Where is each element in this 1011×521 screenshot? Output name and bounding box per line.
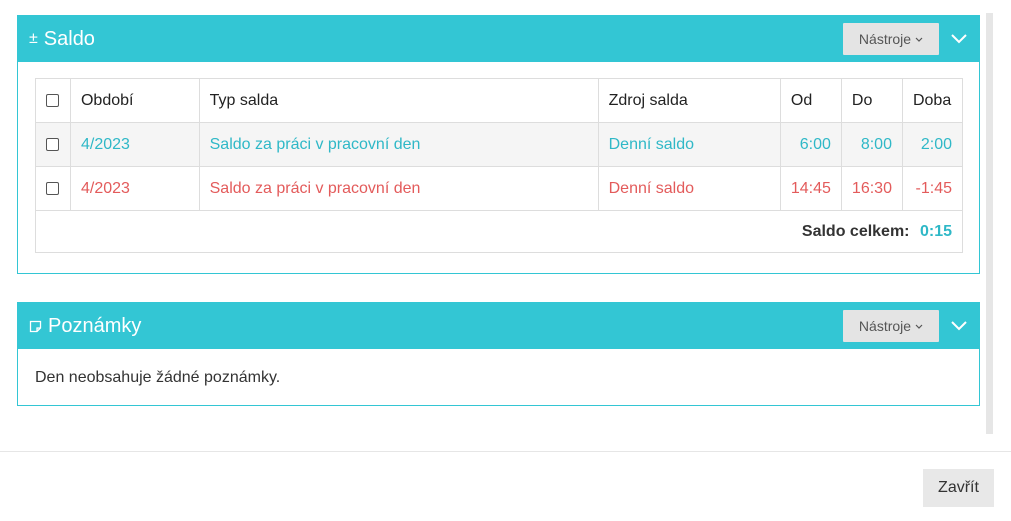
cell-to: 8:00 [840, 122, 903, 167]
column-type[interactable]: Typ salda [198, 78, 599, 123]
saldo-tools-label: Nástroje [858, 31, 912, 47]
cell-source: Denní saldo [597, 122, 781, 167]
saldo-collapse-button[interactable] [949, 28, 969, 48]
column-to[interactable]: Do [840, 78, 903, 123]
cell-type: Saldo za práci v pracovní den [198, 122, 599, 167]
saldo-panel: ± Saldo Nástroje Období Typ salda Zdroj [17, 15, 980, 274]
cell-from: 6:00 [779, 122, 842, 167]
scrollbar[interactable] [986, 13, 993, 434]
row-select-cell [35, 166, 71, 211]
cell-period: 4/2023 [69, 122, 200, 167]
note-icon [29, 320, 42, 333]
cell-source: Denní saldo [597, 166, 781, 211]
column-source[interactable]: Zdroj salda [597, 78, 781, 123]
notes-empty-text: Den neobsahuje žádné poznámky. [35, 369, 281, 386]
saldo-panel-title: ± Saldo [29, 28, 95, 51]
table-row[interactable]: 4/2023 Saldo za práci v pracovní den Den… [35, 166, 964, 211]
chevron-down-icon [915, 35, 923, 45]
chevron-down-icon [949, 34, 969, 52]
cell-duration: -1:45 [901, 166, 964, 211]
column-duration[interactable]: Doba [901, 78, 964, 123]
cell-to: 16:30 [840, 166, 903, 211]
notes-panel: Poznámky Nástroje Den neobsahuje žádné p… [17, 302, 980, 406]
cell-type: Saldo za práci v pracovní den [198, 166, 599, 211]
saldo-panel-header: ± Saldo Nástroje [18, 16, 979, 62]
cell-period: 4/2023 [69, 166, 200, 211]
saldo-title-text: Saldo [43, 27, 95, 50]
notes-tools-button[interactable]: Nástroje [843, 310, 939, 342]
table-row[interactable]: 4/2023 Saldo za práci v pracovní den Den… [35, 122, 964, 167]
chevron-down-icon [915, 322, 923, 332]
notes-panel-title: Poznámky [29, 315, 141, 338]
saldo-table: Období Typ salda Zdroj salda Od Do Doba … [35, 78, 964, 253]
notes-collapse-button[interactable] [949, 315, 969, 335]
close-button[interactable]: Zavřít [923, 469, 994, 507]
cell-from: 14:45 [779, 166, 842, 211]
column-period[interactable]: Období [69, 78, 200, 123]
total-value: 0:15 [919, 222, 952, 240]
total-cell: Saldo celkem: 0:15 [35, 210, 963, 253]
plus-minus-icon: ± [29, 30, 38, 47]
row-select-cell [35, 122, 71, 167]
select-all-cell [35, 78, 71, 123]
total-row: Saldo celkem: 0:15 [35, 210, 963, 253]
column-from[interactable]: Od [779, 78, 842, 123]
total-label: Saldo celkem: [801, 222, 910, 240]
select-all-checkbox[interactable] [46, 93, 59, 107]
chevron-down-icon [949, 321, 969, 339]
dialog-content: ± Saldo Nástroje Období Typ salda Zdroj [0, 0, 1011, 434]
notes-panel-header: Poznámky Nástroje [18, 303, 979, 349]
row-checkbox[interactable] [46, 137, 59, 151]
table-header-row: Období Typ salda Zdroj salda Od Do Doba [35, 78, 964, 123]
saldo-tools-button[interactable]: Nástroje [843, 23, 939, 55]
footer-divider [0, 451, 1011, 452]
notes-title-text: Poznámky [48, 314, 142, 337]
row-checkbox[interactable] [46, 181, 59, 195]
notes-tools-label: Nástroje [858, 318, 912, 334]
cell-duration: 2:00 [901, 122, 964, 167]
